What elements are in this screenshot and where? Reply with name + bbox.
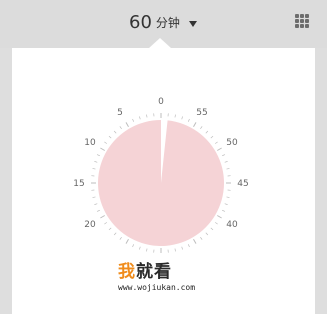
watermark-url: www.wojiukan.com [118, 283, 196, 292]
dial-tick [132, 244, 135, 248]
dial-tick [108, 227, 112, 231]
dial-tick [226, 196, 230, 198]
watermark-logo: 我就看 [118, 262, 172, 282]
dial-tick [125, 122, 129, 127]
dial-label-45: 45 [237, 179, 248, 189]
dial-tick [125, 239, 129, 244]
dial-tick [146, 248, 148, 252]
dial-tick [100, 147, 105, 151]
dial-tick [193, 239, 197, 244]
watermark: 我就看 www.wojiukan.com [118, 262, 218, 293]
dial-tick [92, 196, 96, 198]
dial-label-55: 55 [196, 108, 207, 118]
dial-tick [217, 147, 222, 151]
dial-tick [222, 209, 226, 212]
dial-tick [200, 126, 203, 130]
dial-tick [214, 222, 218, 225]
dial-tick [113, 130, 117, 134]
dial-tick [224, 203, 228, 205]
dial-label-15: 15 [73, 179, 84, 189]
dial-tick [100, 215, 105, 219]
dial-label-50: 50 [226, 138, 238, 148]
dial-tick [214, 141, 218, 144]
dial-label-0: 0 [158, 97, 164, 107]
dial-tick [104, 141, 108, 144]
dial-label-5: 5 [117, 108, 123, 118]
dial-tick [226, 168, 230, 170]
dial-tick [92, 168, 96, 170]
dial-tick [174, 114, 176, 118]
dial-tick [205, 130, 209, 134]
dial-tick [139, 116, 141, 120]
dial-label-20: 20 [84, 220, 96, 230]
dial-tick [132, 118, 135, 122]
dial-tick [210, 135, 214, 139]
dial-tick [96, 209, 100, 212]
dial-tick [108, 135, 112, 139]
dial-tick [104, 222, 108, 225]
dial-tick [210, 227, 214, 231]
dial-tick [200, 236, 203, 240]
dial-tick [187, 244, 190, 248]
dial-tick [119, 126, 122, 130]
dial-tick [222, 154, 226, 157]
dial-tick [187, 118, 190, 122]
remaining-time-sector [98, 120, 224, 246]
dial-tick [113, 232, 117, 236]
dial-tick [139, 246, 141, 250]
dial-tick [94, 203, 98, 205]
dial-tick [224, 161, 228, 163]
dial-tick [181, 246, 183, 250]
dial-tick [146, 114, 148, 118]
dial-tick [205, 232, 209, 236]
dial-tick [193, 122, 197, 127]
dial-tick [174, 248, 176, 252]
dial-tick [217, 215, 222, 219]
dial-tick [94, 161, 98, 163]
dial-tick [119, 236, 122, 240]
dial-label-10: 10 [84, 138, 96, 148]
dial-tick [96, 154, 100, 157]
dial-label-40: 40 [226, 220, 238, 230]
dial-tick [181, 116, 183, 120]
